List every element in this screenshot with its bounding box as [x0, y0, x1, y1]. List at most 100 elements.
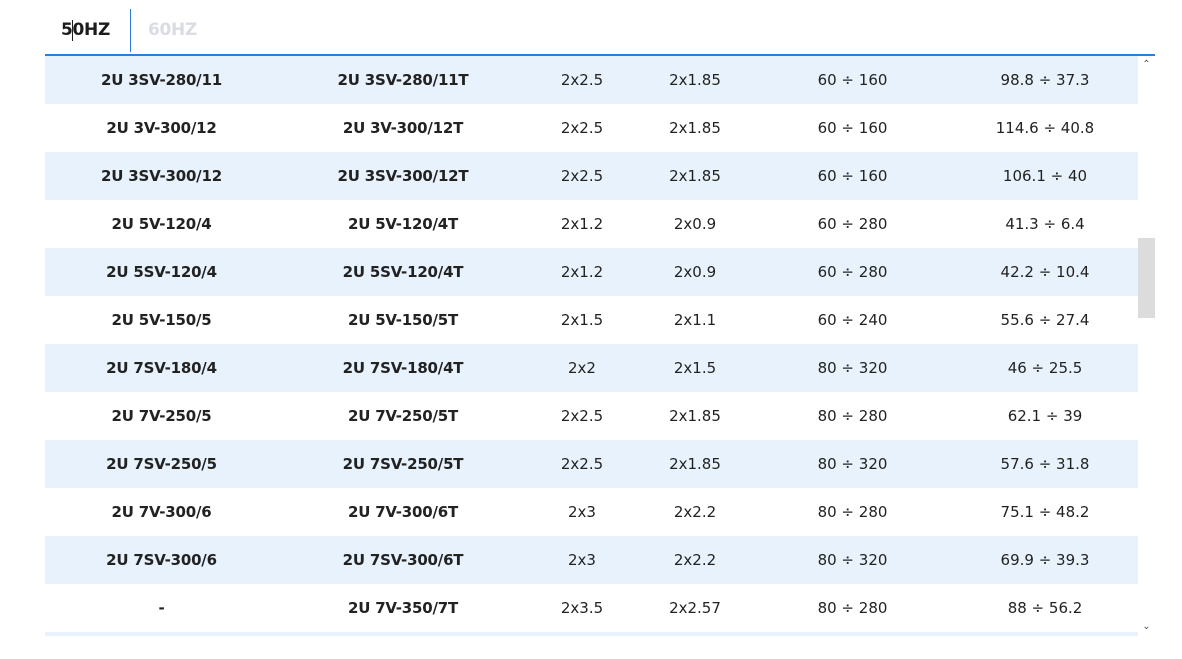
- text-caret: [72, 20, 73, 41]
- table-cell: 2U 3SV-300/12: [101, 167, 222, 185]
- table-cell: 2U 7V-250/5T: [347, 407, 459, 425]
- table-cell: 60 ÷ 160: [817, 71, 888, 89]
- table-cell: 2x2.2: [673, 503, 717, 521]
- table-cell: 75.1 ÷ 48.2: [1000, 503, 1090, 521]
- table-cell: 2x1.2: [560, 215, 604, 233]
- table-cell: 2x2.5: [560, 167, 604, 185]
- table-cell: 2U 7V-300/6: [111, 503, 212, 521]
- table-cell: 2x3: [568, 551, 596, 569]
- table-cell: 2U 7SV-180/4T: [342, 359, 464, 377]
- table-cell: 69.9 ÷ 39.3: [1000, 551, 1090, 569]
- table-cell: 2x1.1: [673, 311, 717, 329]
- table-cell: 2x2.57: [669, 599, 721, 617]
- table-cell: 114.6 ÷ 40.8: [995, 119, 1095, 137]
- table-cell: 2x1.5: [560, 311, 604, 329]
- table-cell: 2x2: [568, 359, 596, 377]
- table-cell: 2U 3SV-280/11T: [337, 71, 469, 89]
- tab-60hz[interactable]: 60HZ: [148, 20, 197, 40]
- frequency-tab-bar: 50HZ 60HZ: [45, 0, 1155, 56]
- pump-table[interactable]: 2U 3SV-280/11 2U 3SV-280/11T 2x2.5 2x1.85 60…: [45, 56, 1138, 636]
- tab-divider: [130, 9, 131, 52]
- chevron-up-icon[interactable]: ⌃: [1138, 58, 1155, 72]
- table-cell: 2U 3V-300/12: [106, 119, 217, 137]
- table-cell: -: [158, 599, 165, 617]
- table-row: 2U 5V-120/4 2U 5V-120/4T 2x1.2 2x0.9 60 ÷ 28…: [45, 200, 1138, 248]
- table-cell: 2x1.85: [669, 407, 721, 425]
- table-cell: 60 ÷ 280: [817, 263, 888, 281]
- table-row: 2U 7V-250/5 2U 7V-250/5T 2x2.5 2x1.85 80 ÷ 2…: [45, 392, 1138, 440]
- table-cell: [524, 632, 640, 636]
- table-cell: 2x1.85: [669, 167, 721, 185]
- table-cell: 57.6 ÷ 31.8: [1000, 455, 1090, 473]
- table-cell: 80 ÷ 320: [817, 455, 888, 473]
- table-cell: 2U 3V-300/12T: [342, 119, 464, 137]
- scroll-thumb[interactable]: [1138, 238, 1155, 318]
- table-cell: 80 ÷ 320: [817, 359, 888, 377]
- table-cell: 80 ÷ 280: [817, 407, 888, 425]
- table-cell: 2x2.5: [560, 407, 604, 425]
- table-cell: 2x1.5: [673, 359, 717, 377]
- chevron-down-icon[interactable]: ⌄: [1138, 620, 1155, 634]
- table-cell: 2U 5SV-120/4T: [342, 263, 464, 281]
- table-row: [45, 632, 1138, 636]
- table-cell: 60 ÷ 280: [817, 215, 888, 233]
- table-cell: 2U 7SV-250/5T: [342, 455, 464, 473]
- table-cell: 42.2 ÷ 10.4: [1000, 263, 1090, 281]
- table-cell: 46 ÷ 25.5: [1007, 359, 1083, 377]
- table-cell: 2x1.85: [669, 119, 721, 137]
- table-cell: 2U 7SV-180/4: [106, 359, 217, 377]
- table-cell: 2U 3SV-280/11: [101, 71, 222, 89]
- table-cell: 2x2.5: [560, 119, 604, 137]
- table-cell: 98.8 ÷ 37.3: [1000, 71, 1090, 89]
- table-cell: 88 ÷ 56.2: [1007, 599, 1083, 617]
- table-cell: 2U 5V-120/4T: [347, 215, 459, 233]
- table-cell: 2x2.5: [560, 455, 604, 473]
- table-row: 2U 7SV-250/5 2U 7SV-250/5T 2x2.5 2x1.85 80 ÷…: [45, 440, 1138, 488]
- table-row: 2U 5V-150/5 2U 5V-150/5T 2x1.5 2x1.1 60 ÷ 24…: [45, 296, 1138, 344]
- table-row: 2U 5SV-120/4 2U 5SV-120/4T 2x1.2 2x0.9 60 ÷ …: [45, 248, 1138, 296]
- table-cell: 2x3.5: [560, 599, 604, 617]
- table-cell: 2x3: [568, 503, 596, 521]
- table-cell: [288, 632, 518, 636]
- table-cell: 80 ÷ 280: [817, 599, 888, 617]
- table-cell: 2x2.2: [673, 551, 717, 569]
- table-cell: 55.6 ÷ 27.4: [1000, 311, 1090, 329]
- table-cell: 2x1.2: [560, 263, 604, 281]
- table-cell: 60 ÷ 240: [817, 311, 888, 329]
- table-cell: 41.3 ÷ 6.4: [1005, 215, 1085, 233]
- table-cell: 2U 7SV-300/6T: [342, 551, 464, 569]
- table-scrollbar[interactable]: ⌃ ⌄: [1138, 56, 1155, 636]
- table-cell: 2U 7V-250/5: [111, 407, 212, 425]
- table-cell: 2U 7SV-300/6: [106, 551, 217, 569]
- table-cell: 2U 7V-350/7T: [347, 599, 459, 617]
- table-cell: 2U 5V-150/5: [111, 311, 212, 329]
- table-cell: 2U 3SV-300/12T: [337, 167, 469, 185]
- table-row: - 2U 7V-350/7T 2x3.5 2x2.57 80 ÷ 280 88 ÷ 56.…: [45, 584, 1138, 632]
- table-cell: 2U 5V-150/5T: [347, 311, 459, 329]
- table-cell: [640, 632, 750, 636]
- table-cell: 60 ÷ 160: [817, 119, 888, 137]
- table-row: 2U 3V-300/12 2U 3V-300/12T 2x2.5 2x1.85 60 ÷…: [45, 104, 1138, 152]
- table-row: 2U 3SV-300/12 2U 3SV-300/12T 2x2.5 2x1.85 60…: [45, 152, 1138, 200]
- table-cell: [45, 632, 278, 636]
- tab-50hz[interactable]: 50HZ: [61, 20, 110, 40]
- table-row: 2U 3SV-280/11 2U 3SV-280/11T 2x2.5 2x1.85 60…: [45, 56, 1138, 104]
- table-cell: 2x0.9: [673, 263, 717, 281]
- table-cell: [760, 632, 945, 636]
- table-cell: 80 ÷ 280: [817, 503, 888, 521]
- table-cell: 2x2.5: [560, 71, 604, 89]
- table-cell: 106.1 ÷ 40: [1002, 167, 1088, 185]
- table-cell: 2U 5SV-120/4: [106, 263, 217, 281]
- table-cell: 60 ÷ 160: [817, 167, 888, 185]
- table-cell: 2x1.85: [669, 455, 721, 473]
- table-cell: [945, 632, 1138, 636]
- table-row: 2U 7SV-300/6 2U 7SV-300/6T 2x3 2x2.2 80 ÷ 32…: [45, 536, 1138, 584]
- table-row: 2U 7SV-180/4 2U 7SV-180/4T 2x2 2x1.5 80 ÷ 32…: [45, 344, 1138, 392]
- table-cell: 2U 7V-300/6T: [347, 503, 459, 521]
- table-cell: 2x0.9: [673, 215, 717, 233]
- table-cell: 2U 5V-120/4: [111, 215, 212, 233]
- table-cell: 80 ÷ 320: [817, 551, 888, 569]
- table-cell: 62.1 ÷ 39: [1007, 407, 1083, 425]
- table-cell: 2U 7SV-250/5: [106, 455, 217, 473]
- table-cell: 2x1.85: [669, 71, 721, 89]
